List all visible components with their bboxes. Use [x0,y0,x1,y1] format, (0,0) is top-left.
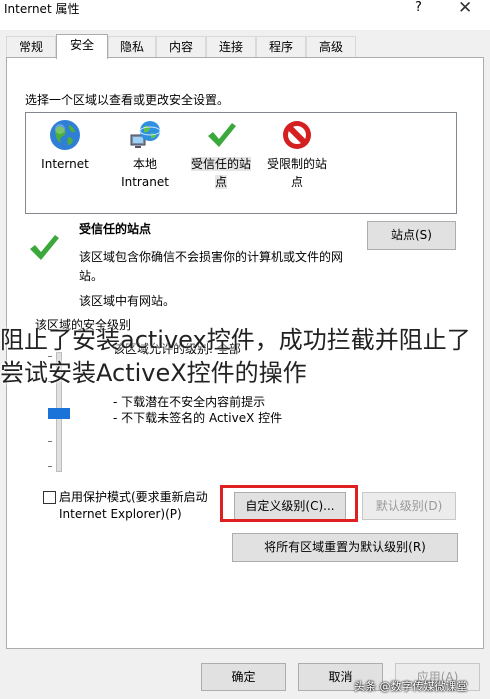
zone-label: 点 [214,175,227,189]
title-bar: Internet 属性 ? ✕ [0,0,490,30]
tab-general[interactable]: 常规 [6,36,56,57]
tab-connections[interactable]: 连接 [206,36,256,57]
watermark: 头条 @数字传媒微课堂 [354,680,468,693]
tab-content[interactable]: 内容 [156,36,206,57]
zone-list[interactable]: Internet 本地 Intranet 受信任的站 点 受限制的站 点 [25,112,457,214]
zone-label: 点 [290,175,303,189]
zone-label: Internet [41,157,89,171]
highlight-box [220,485,358,522]
window-title: Internet 属性 [4,2,80,16]
default-level-button[interactable]: 默认级别(D) [362,492,456,520]
zone-label: 受信任的站 [190,157,251,171]
caption-line1: 阻止了安装activex控件，成功拦截并阻止了 [0,326,471,354]
zone-label: Intranet [121,175,169,189]
caption-overlay: 阻止了安装activex控件，成功拦截并阻止了 尝试安装ActiveX控件的操作 [0,324,490,408]
zone-restricted-sites[interactable]: 受限制的站 点 [262,113,332,191]
level-bullet: - 不下载未签名的 ActiveX 控件 [113,411,283,425]
protected-mode-label-line2: Internet Explorer)(P) [59,507,182,521]
protected-mode-label-line1: 启用保护模式(要求重新启动 [59,490,208,504]
protected-mode-checkbox[interactable] [43,491,56,504]
security-level-slider-thumb[interactable] [48,408,70,419]
tab-privacy[interactable]: 隐私 [108,36,156,57]
prohibited-icon [283,121,311,149]
tab-security[interactable]: 安全 [56,34,108,59]
reset-all-zones-button[interactable]: 将所有区域重置为默认级别(R) [232,533,458,562]
tab-programs[interactable]: 程序 [256,36,306,57]
tab-advanced[interactable]: 高级 [306,36,356,57]
zone-trusted-sites[interactable]: 受信任的站 点 [186,113,256,191]
zone-label: 受限制的站 [266,157,327,171]
zone-local-intranet[interactable]: 本地 Intranet [110,113,180,191]
zone-instruction: 选择一个区域以查看或更改安全设置。 [25,93,230,107]
help-button[interactable]: ? [415,0,422,15]
caption-line2: 尝试安装ActiveX控件的操作 [0,359,307,387]
trusted-zone-checkmark-icon [30,235,59,260]
ok-button[interactable]: 确定 [201,663,286,691]
zone-has-sites: 该区域中有网站。 [79,294,176,308]
network-globe-icon [130,121,161,148]
checkmark-icon [208,123,236,147]
zone-description-line1: 该区域包含你确信不会损害你的计算机或文件的网 [79,250,344,264]
close-button[interactable]: ✕ [458,0,472,18]
zone-internet[interactable]: Internet [30,113,100,173]
globe-icon [50,120,80,150]
selected-zone-name: 受信任的站点 [79,222,152,236]
zone-description-line2: 站。 [79,269,104,283]
zone-label: 本地 [132,157,157,171]
sites-button[interactable]: 站点(S) [367,221,456,250]
